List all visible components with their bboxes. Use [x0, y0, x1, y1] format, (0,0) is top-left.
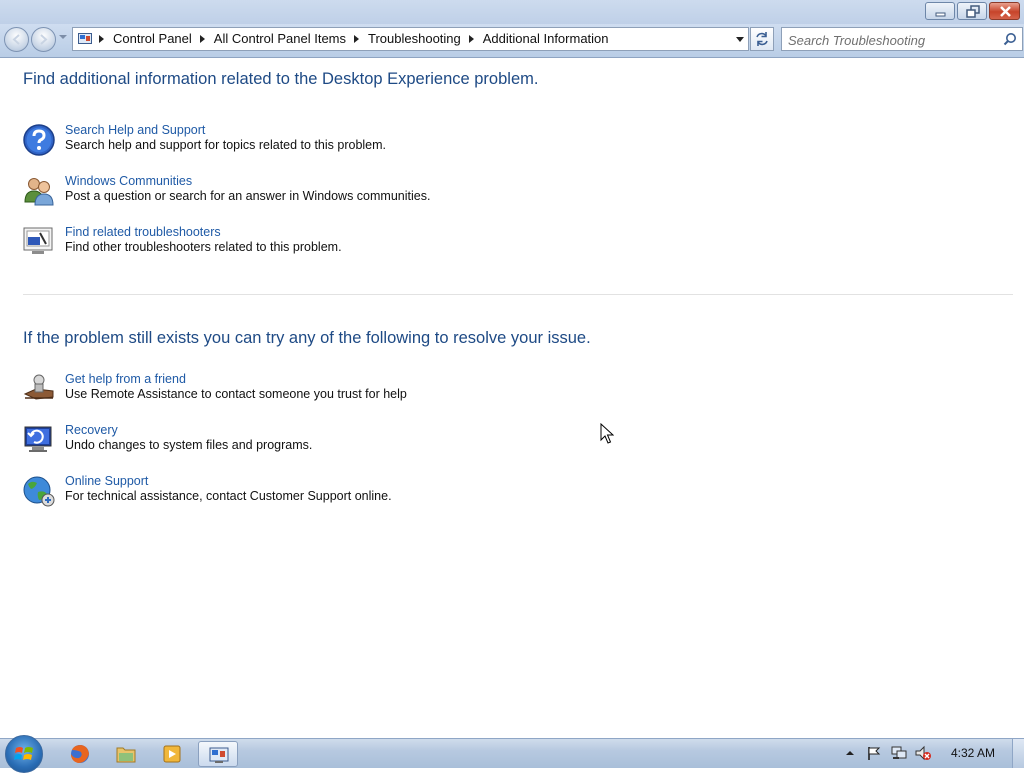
file-explorer-icon: [116, 747, 136, 763]
online-support-link[interactable]: Online Support: [65, 474, 148, 488]
breadcrumb-arrow-icon[interactable]: [354, 35, 360, 43]
breadcrumb-arrow-icon[interactable]: [199, 35, 205, 43]
start-button[interactable]: [5, 735, 43, 773]
find-troubleshooters-description: Find other troubleshooters related to th…: [65, 240, 342, 254]
restore-icon: [966, 5, 980, 18]
start-orb-icon: [14, 747, 33, 760]
taskbar: 4:32 AM: [0, 735, 1024, 773]
section-heading-resolve-issue: If the problem still exists you can try …: [23, 329, 591, 347]
search-help-description: Search help and support for topics relat…: [65, 138, 387, 152]
breadcrumb-arrow-icon[interactable]: [468, 35, 474, 43]
online-support-description: For technical assistance, contact Custom…: [65, 489, 392, 503]
section-heading-additional-info: Find additional information related to t…: [23, 70, 539, 88]
recovery-link[interactable]: Recovery: [65, 423, 118, 437]
media-player-icon: [163, 745, 181, 763]
close-icon: [1000, 6, 1011, 17]
navigation-bar: Control Panel All Control Panel Items Tr…: [0, 24, 1024, 58]
breadcrumb-arrow-icon[interactable]: [99, 35, 104, 43]
breadcrumb-all-items[interactable]: All Control Panel Items: [214, 28, 346, 50]
forward-arrow-icon: [40, 34, 48, 45]
windows-communities-description: Post a question or search for an answer …: [65, 189, 431, 203]
taskbar-control-panel-button[interactable]: [198, 741, 238, 767]
breadcrumb-troubleshooting[interactable]: Troubleshooting: [368, 28, 461, 50]
taskbar-explorer-button[interactable]: [106, 741, 146, 767]
remote-assistance-icon: [23, 374, 54, 400]
refresh-button[interactable]: [750, 27, 774, 51]
minimize-button[interactable]: [925, 2, 955, 20]
address-bar[interactable]: Control Panel All Control Panel Items Tr…: [72, 27, 749, 51]
action-center-flag-icon[interactable]: [866, 745, 882, 761]
show-hidden-icons-icon[interactable]: [845, 748, 855, 758]
troubleshooter-monitor-icon: [23, 227, 53, 254]
online-support-globe-icon: [23, 476, 55, 507]
volume-muted-icon[interactable]: [914, 745, 932, 761]
section-divider: [23, 294, 1013, 295]
find-troubleshooters-link[interactable]: Find related troubleshooters: [65, 225, 221, 239]
taskbar-media-player-button[interactable]: [152, 741, 192, 767]
search-input[interactable]: [786, 30, 1000, 50]
help-question-icon: [23, 124, 55, 156]
system-clock[interactable]: 4:32 AM: [951, 746, 995, 760]
show-desktop-button[interactable]: [1012, 739, 1024, 768]
get-help-friend-description: Use Remote Assistance to contact someone…: [65, 387, 407, 401]
recovery-description: Undo changes to system files and program…: [65, 438, 313, 452]
back-button[interactable]: [4, 27, 29, 52]
breadcrumb: Control Panel All Control Panel Items Tr…: [97, 28, 615, 50]
title-bar: [0, 0, 1024, 24]
mouse-pointer-icon: [600, 423, 614, 444]
control-panel-icon: [209, 747, 229, 763]
taskbar-firefox-button[interactable]: [60, 741, 100, 767]
search-box[interactable]: [781, 27, 1023, 51]
back-arrow-icon: [12, 34, 20, 45]
windows-communities-link[interactable]: Windows Communities: [65, 174, 192, 188]
forward-button[interactable]: [31, 27, 56, 52]
breadcrumb-additional-information[interactable]: Additional Information: [483, 28, 609, 50]
address-dropdown-icon[interactable]: [736, 37, 744, 42]
users-community-icon: [24, 178, 54, 206]
network-icon[interactable]: [890, 745, 908, 761]
search-help-link[interactable]: Search Help and Support: [65, 123, 205, 137]
recent-pages-dropdown-icon[interactable]: [59, 35, 67, 39]
restore-button[interactable]: [957, 2, 987, 20]
recovery-icon: [24, 426, 52, 452]
refresh-icon: [756, 32, 768, 46]
breadcrumb-control-panel[interactable]: Control Panel: [113, 28, 192, 50]
get-help-friend-link[interactable]: Get help from a friend: [65, 372, 186, 386]
control-panel-icon: [78, 33, 92, 44]
main-content: Find additional information related to t…: [0, 58, 1024, 738]
search-icon[interactable]: [1003, 32, 1017, 46]
close-button[interactable]: [989, 2, 1020, 20]
firefox-icon: [71, 745, 89, 763]
minimize-icon: [935, 12, 946, 17]
